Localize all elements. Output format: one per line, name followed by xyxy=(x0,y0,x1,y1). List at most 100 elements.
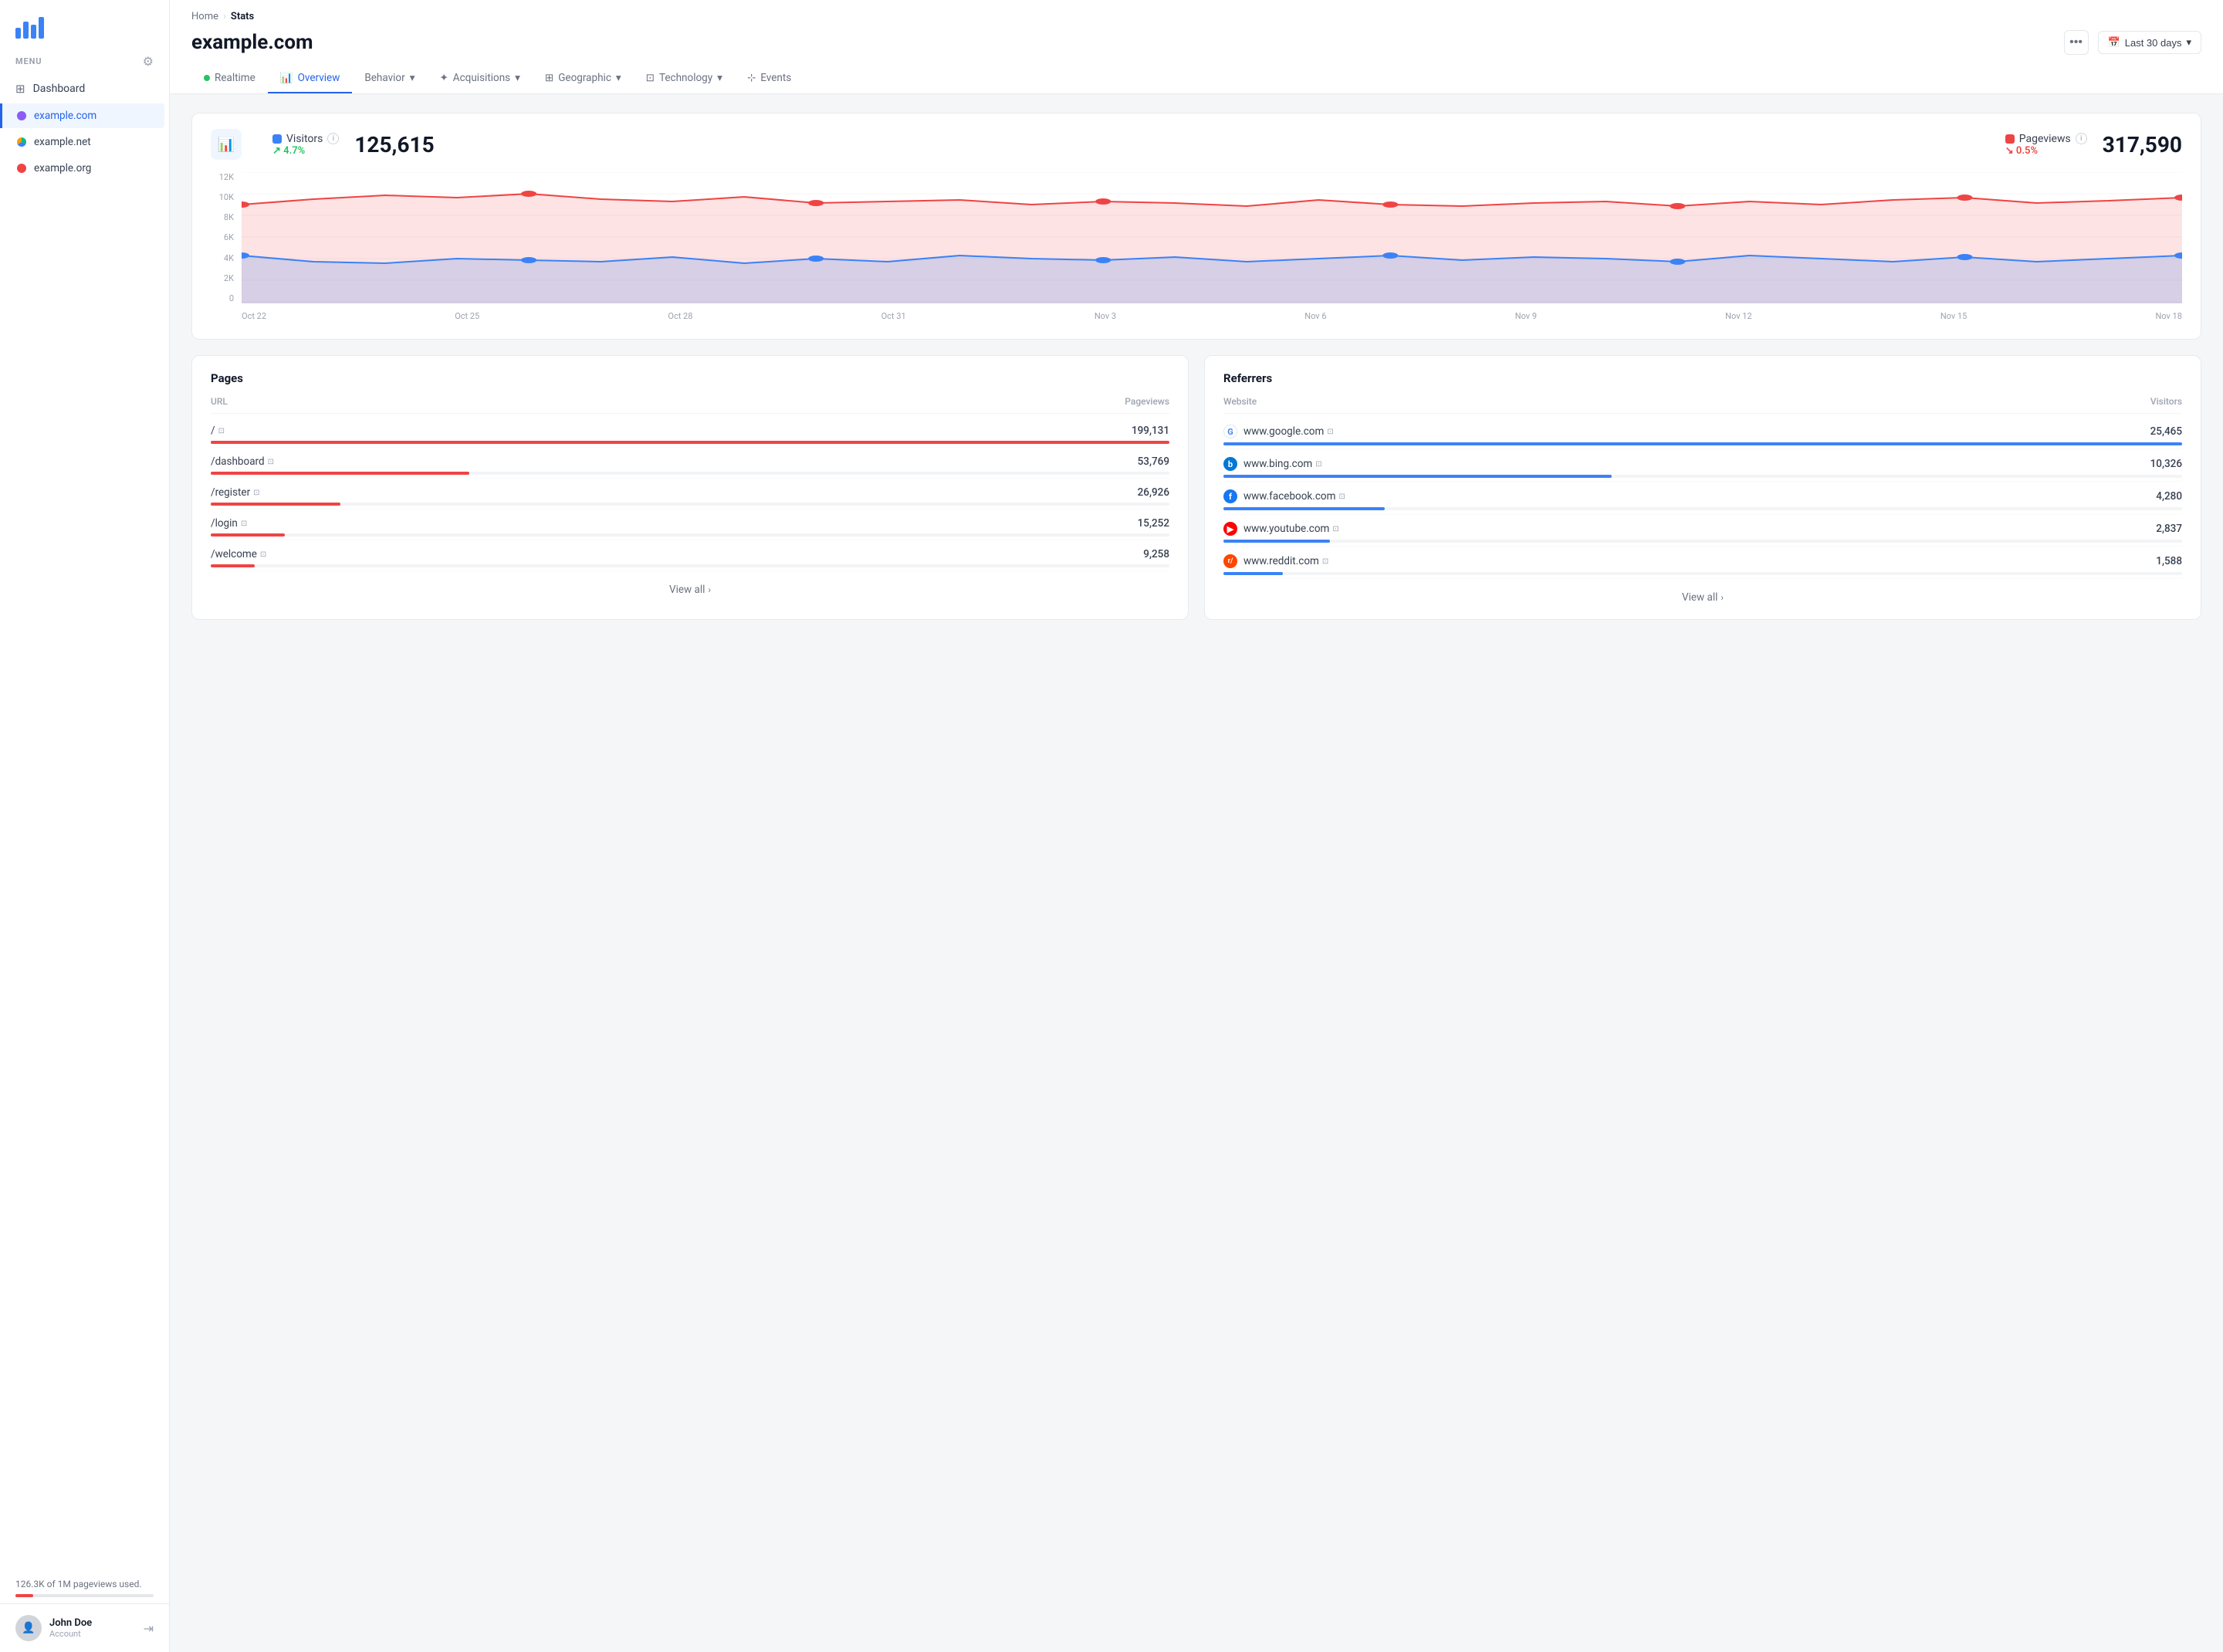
table-row: /⊡ 199,131 xyxy=(211,417,1169,448)
youtube-icon: ▶ xyxy=(1223,522,1237,536)
events-icon: ⊹ xyxy=(747,72,756,84)
tab-technology[interactable]: ⊡ Technology ▾ xyxy=(634,64,735,93)
header-actions: ••• 📅 Last 30 days ▾ xyxy=(2064,30,2201,55)
sidebar-site-example-org[interactable]: example.org xyxy=(5,156,164,181)
pages-panel-title: Pages xyxy=(211,371,1169,385)
pages-view-all[interactable]: View all › xyxy=(211,571,1169,596)
tab-acquisitions[interactable]: ✦ Acquisitions ▾ xyxy=(427,64,532,93)
chart-y-labels: 12K10K8K6K4K2K0 xyxy=(211,172,239,303)
usage-bar-bg xyxy=(15,1594,154,1597)
sidebar-menu-header: MENU ⚙ xyxy=(0,46,169,75)
page-header: example.com ••• 📅 Last 30 days ▾ xyxy=(191,27,2201,64)
chevron-down-icon: ▾ xyxy=(2186,36,2191,49)
tab-geographic[interactable]: ⊞ Geographic ▾ xyxy=(533,64,634,93)
sidebar-logo xyxy=(0,0,169,46)
content-area: 📊 Visitors i ↗ 4.7% 125,615 xyxy=(170,94,2223,638)
user-name: John Doe xyxy=(49,1617,136,1629)
pageviews-value: 317,590 xyxy=(2103,132,2182,157)
breadcrumb-current: Stats xyxy=(231,11,254,22)
stats-chart-icon: 📊 xyxy=(211,129,242,160)
facebook-icon: f xyxy=(1223,489,1237,503)
chevron-right-icon: › xyxy=(708,584,711,595)
pageviews-info-icon[interactable]: i xyxy=(2076,133,2087,144)
visitors-label-row: Visitors i xyxy=(272,133,339,145)
bottom-panels: Pages URL Pageviews /⊡ 199,131 /dashboar… xyxy=(191,355,2201,620)
visitors-label: Visitors xyxy=(286,133,323,145)
stats-card: 📊 Visitors i ↗ 4.7% 125,615 xyxy=(191,113,2201,340)
nav-tabs: Realtime 📊 Overview Behavior ▾ ✦ Acquisi… xyxy=(191,64,2201,93)
visitors-color-box xyxy=(272,134,282,144)
tab-overview-label: Overview xyxy=(298,72,340,84)
table-row: /login⊡ 15,252 xyxy=(211,509,1169,540)
map-icon: ⊞ xyxy=(545,72,553,84)
main-chart: 12K10K8K6K4K2K0 xyxy=(211,172,2182,327)
table-row: /dashboard⊡ 53,769 xyxy=(211,448,1169,479)
table-row: G www.google.com⊡ 25,465 xyxy=(1223,417,2182,449)
site-label-example-net: example.net xyxy=(34,136,91,148)
chart-x-labels: Oct 22Oct 25Oct 28Oct 31 Nov 3Nov 6Nov 9… xyxy=(242,305,2182,327)
tab-behavior-label: Behavior xyxy=(364,72,404,84)
sidebar-site-example-net[interactable]: example.net xyxy=(5,130,164,154)
bar-chart-icon: 📊 xyxy=(280,72,293,84)
referrers-table-header: Website Visitors xyxy=(1223,396,2182,414)
visitors-value: 125,615 xyxy=(354,132,434,157)
pageviews-label-row: Pageviews i xyxy=(2005,133,2087,145)
dashboard-icon: ⊞ xyxy=(15,82,25,96)
breadcrumb-separator: › xyxy=(223,11,226,22)
col-website-label: Website xyxy=(1223,396,1257,407)
stats-header: 📊 Visitors i ↗ 4.7% 125,615 xyxy=(211,129,2182,160)
external-link-icon: ⊡ xyxy=(241,520,247,528)
chart-svg-area xyxy=(242,172,2182,303)
calendar-icon: 📅 xyxy=(2108,36,2120,49)
logout-icon[interactable]: ⇥ xyxy=(144,1621,154,1636)
tab-acquisitions-label: Acquisitions xyxy=(453,72,510,84)
visitors-change: ↗ 4.7% xyxy=(272,145,339,157)
site-dot-green xyxy=(17,137,26,147)
main-content: Home › Stats example.com ••• 📅 Last 30 d… xyxy=(170,0,2223,1652)
reddit-icon: r/ xyxy=(1223,554,1237,568)
sidebar-item-dashboard[interactable]: ⊞ Dashboard xyxy=(0,75,169,103)
user-role: Account xyxy=(49,1629,136,1639)
external-link-icon: ⊡ xyxy=(253,489,259,497)
dashboard-label: Dashboard xyxy=(33,83,86,95)
tab-behavior[interactable]: Behavior ▾ xyxy=(352,64,427,93)
chevron-down-technology-icon: ▾ xyxy=(717,72,722,84)
pages-table-header: URL Pageviews xyxy=(211,396,1169,414)
visitors-info-icon[interactable]: i xyxy=(327,133,339,144)
tab-geographic-label: Geographic xyxy=(558,72,611,84)
breadcrumb: Home › Stats xyxy=(191,0,2201,27)
breadcrumb-home[interactable]: Home xyxy=(191,11,218,22)
realtime-dot-icon xyxy=(204,75,210,81)
table-row: f www.facebook.com⊡ 4,280 xyxy=(1223,482,2182,514)
more-options-button[interactable]: ••• xyxy=(2064,30,2089,55)
table-row: /welcome⊡ 9,258 xyxy=(211,540,1169,571)
col-pageviews-label: Pageviews xyxy=(1125,396,1169,407)
visitors-group: Visitors i ↗ 4.7% 125,615 xyxy=(272,132,435,157)
site-dot-purple xyxy=(17,111,26,120)
sidebar: MENU ⚙ ⊞ Dashboard example.com example.n… xyxy=(0,0,170,1652)
bing-icon: b xyxy=(1223,457,1237,471)
tab-events[interactable]: ⊹ Events xyxy=(735,64,804,93)
external-link-icon: ⊡ xyxy=(218,427,225,435)
table-row: b www.bing.com⊡ 10,326 xyxy=(1223,449,2182,482)
site-label-example-com: example.com xyxy=(34,110,96,122)
chevron-down-geographic-icon: ▾ xyxy=(616,72,621,84)
date-range-button[interactable]: 📅 Last 30 days ▾ xyxy=(2098,31,2201,54)
tab-overview[interactable]: 📊 Overview xyxy=(268,64,353,93)
chevron-down-behavior-icon: ▾ xyxy=(410,72,415,84)
usage-info: 126.3K of 1M pageviews used. xyxy=(0,1569,169,1603)
chevron-right-icon: › xyxy=(1721,592,1724,603)
settings-icon[interactable]: ⚙ xyxy=(143,54,154,69)
referrers-view-all[interactable]: View all › xyxy=(1223,579,2182,604)
acquisitions-icon: ✦ xyxy=(439,72,448,84)
tab-realtime-label: Realtime xyxy=(215,72,255,84)
referrers-panel: Referrers Website Visitors G www.google.… xyxy=(1204,355,2201,620)
user-account[interactable]: 👤 John Doe Account ⇥ xyxy=(0,1603,169,1652)
tab-realtime[interactable]: Realtime xyxy=(191,64,268,93)
pageviews-color-box xyxy=(2005,134,2015,144)
pages-panel: Pages URL Pageviews /⊡ 199,131 /dashboar… xyxy=(191,355,1189,620)
external-link-icon: ⊡ xyxy=(268,458,274,466)
sidebar-site-example-com[interactable]: example.com xyxy=(0,103,164,128)
page-title: example.com xyxy=(191,31,313,54)
google-icon: G xyxy=(1223,425,1237,438)
